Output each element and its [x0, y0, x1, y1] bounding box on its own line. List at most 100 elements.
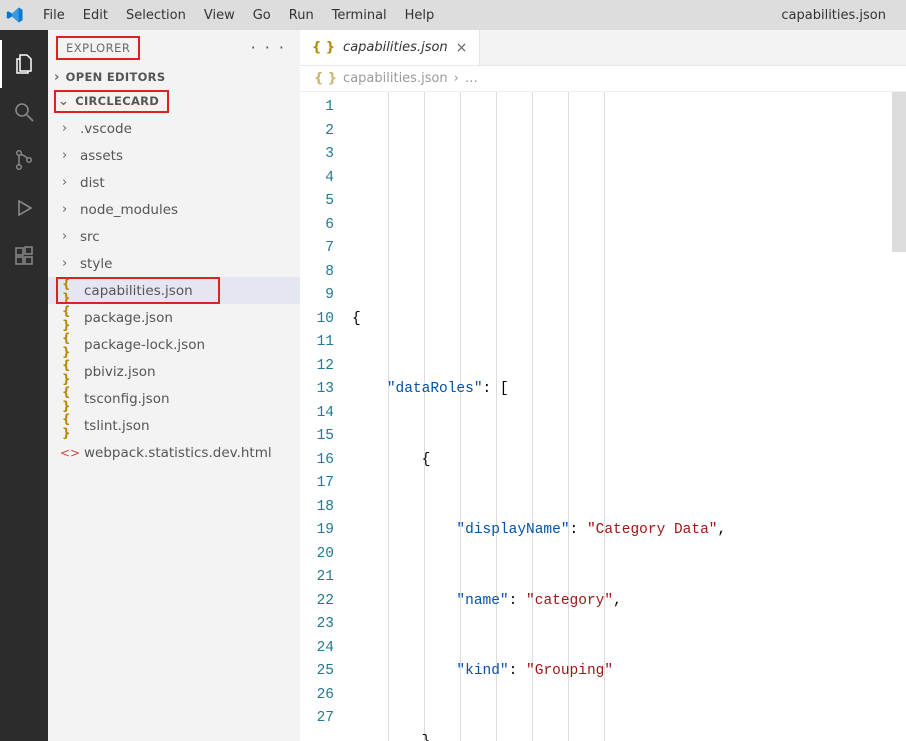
line-number: 26 — [300, 684, 334, 708]
tree-folder-vscode[interactable]: › .vscode — [48, 115, 300, 142]
tree-label: tsconfig.json — [84, 391, 170, 407]
tree-file-tsconfig-json[interactable]: { }tsconfig.json — [48, 385, 300, 412]
menu-view[interactable]: View — [195, 4, 244, 27]
tree-file-webpack-statistics-html[interactable]: <> webpack.statistics.dev.html — [48, 439, 300, 466]
breadcrumb-file: capabilities.json — [343, 71, 448, 86]
code-token: "displayName" — [456, 522, 569, 538]
editor-scrollbar[interactable] — [892, 92, 906, 741]
tree-file-package-json[interactable]: { } package.json — [48, 304, 300, 331]
tree-folder-assets[interactable]: ›assets — [48, 142, 300, 169]
scrollbar-thumb[interactable] — [892, 92, 906, 252]
source-control-icon — [12, 148, 36, 172]
explorer-more-icon[interactable]: · · · — [247, 38, 290, 57]
tree-folder-node-modules[interactable]: ›node_modules — [48, 196, 300, 223]
line-number: 25 — [300, 660, 334, 684]
line-number: 15 — [300, 425, 334, 449]
tree-file-package-lock-json[interactable]: { }package-lock.json — [48, 331, 300, 358]
tree-folder-src[interactable]: ›src — [48, 223, 300, 250]
activity-extensions[interactable] — [0, 232, 48, 280]
extensions-icon — [12, 244, 36, 268]
code-token: "Grouping" — [526, 663, 613, 679]
line-number: 24 — [300, 637, 334, 661]
json-file-icon: { } — [312, 40, 335, 55]
tree-label: style — [80, 256, 112, 272]
chevron-down-icon: ⌄ — [58, 94, 69, 109]
debug-icon — [12, 196, 36, 220]
line-number: 27 — [300, 707, 334, 731]
tree-label: src — [80, 229, 100, 245]
code-token: , — [613, 593, 622, 609]
tree-file-tslint-json[interactable]: { }tslint.json — [48, 412, 300, 439]
activity-run-debug[interactable] — [0, 184, 48, 232]
breadcrumb-more: … — [465, 71, 478, 86]
tree-label: capabilities.json — [84, 283, 193, 299]
menu-selection[interactable]: Selection — [117, 4, 195, 27]
code-line: }, — [422, 734, 439, 741]
line-number-gutter: 1 2 3 4 5 6 7 8 9 10 11 12 13 14 15 16 1… — [300, 92, 352, 741]
line-number: 23 — [300, 613, 334, 637]
line-number: 12 — [300, 355, 334, 379]
activity-source-control[interactable] — [0, 136, 48, 184]
window-title: capabilities.json — [781, 8, 900, 23]
line-number: 8 — [300, 261, 334, 285]
tree-folder-style[interactable]: ›style — [48, 250, 300, 277]
search-icon — [12, 100, 36, 124]
tree-file-capabilities-json[interactable]: { } capabilities.json — [48, 277, 300, 304]
open-editors-label: OPEN EDITORS — [66, 70, 166, 84]
html-file-icon: <> — [62, 446, 78, 460]
line-number: 20 — [300, 543, 334, 567]
open-editors-header[interactable]: › OPEN EDITORS — [48, 65, 300, 89]
tree-folder-dist[interactable]: ›dist — [48, 169, 300, 196]
line-number: 11 — [300, 331, 334, 355]
code-line: { — [352, 311, 361, 327]
chevron-right-icon: › — [62, 121, 74, 136]
code-token: "name" — [456, 593, 508, 609]
menu-terminal[interactable]: Terminal — [323, 4, 396, 27]
line-number: 19 — [300, 519, 334, 543]
line-number: 14 — [300, 402, 334, 426]
folder-name: CIRCLECARD — [75, 94, 159, 108]
menu-edit[interactable]: Edit — [74, 4, 117, 27]
editor-tab-label: capabilities.json — [343, 40, 448, 55]
line-number: 7 — [300, 237, 334, 261]
json-file-icon: { } — [62, 304, 78, 332]
code-editor[interactable]: 1 2 3 4 5 6 7 8 9 10 11 12 13 14 15 16 1… — [300, 92, 906, 741]
activity-search[interactable] — [0, 88, 48, 136]
json-file-icon: { } — [62, 358, 78, 386]
code-token: "kind" — [456, 663, 508, 679]
tree-label: .vscode — [80, 121, 132, 137]
menu-run[interactable]: Run — [280, 4, 323, 27]
close-tab-icon[interactable]: × — [456, 40, 468, 56]
menu-help[interactable]: Help — [396, 4, 444, 27]
file-tree: ›.vscode ›assets ›dist ›node_modules ›sr… — [48, 113, 300, 468]
line-number: 6 — [300, 214, 334, 238]
explorer-title: EXPLORER — [56, 36, 140, 60]
tree-file-pbiviz-json[interactable]: { }pbiviz.json — [48, 358, 300, 385]
line-number: 3 — [300, 143, 334, 167]
code-token: : [ — [483, 381, 509, 397]
editor-tabs: { } capabilities.json × — [300, 30, 906, 66]
folder-header[interactable]: ⌄ CIRCLECARD — [48, 89, 300, 113]
code-content[interactable]: { "dataRoles": [ { "displayName": "Categ… — [352, 92, 906, 741]
code-token: "dataRoles" — [387, 381, 483, 397]
line-number: 17 — [300, 472, 334, 496]
activity-explorer[interactable] — [0, 40, 48, 88]
tree-label: webpack.statistics.dev.html — [84, 445, 272, 461]
line-number: 22 — [300, 590, 334, 614]
json-file-icon: { } — [314, 71, 337, 86]
menu-file[interactable]: File — [34, 4, 74, 27]
tree-label: assets — [80, 148, 123, 164]
line-number: 2 — [300, 120, 334, 144]
breadcrumb-sep-icon: › — [454, 71, 459, 86]
tree-label: package.json — [84, 310, 173, 326]
editor-tab-capabilities[interactable]: { } capabilities.json × — [300, 30, 480, 65]
json-file-icon: { } — [62, 277, 78, 305]
menu-go[interactable]: Go — [244, 4, 280, 27]
explorer-sidebar: EXPLORER · · · › OPEN EDITORS ⌄ CIRCLECA… — [48, 30, 300, 741]
main-area: EXPLORER · · · › OPEN EDITORS ⌄ CIRCLECA… — [0, 30, 906, 741]
chevron-right-icon: › — [62, 202, 74, 217]
code-token: "Category Data" — [587, 522, 718, 538]
breadcrumb[interactable]: { } capabilities.json › … — [300, 66, 906, 92]
json-file-icon: { } — [62, 331, 78, 359]
line-number: 13 — [300, 378, 334, 402]
